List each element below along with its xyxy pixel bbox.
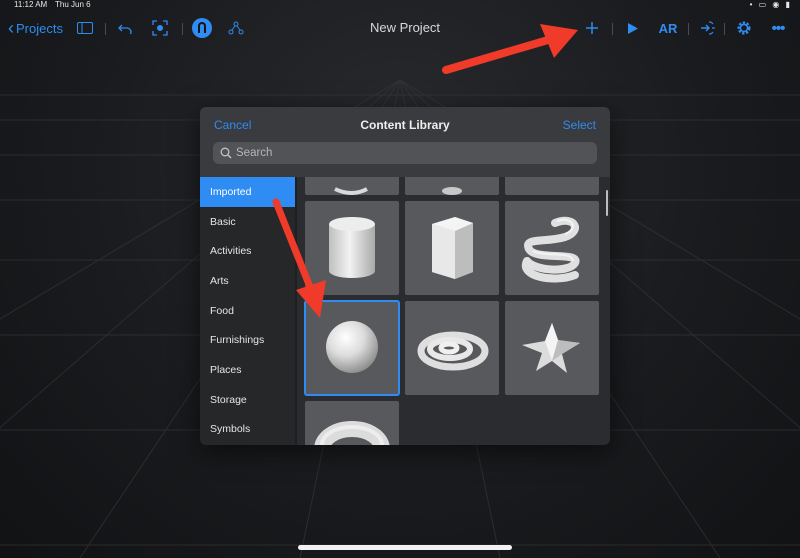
content-tile-partial[interactable]: [505, 177, 599, 195]
home-indicator[interactable]: [298, 545, 512, 550]
add-icon[interactable]: [583, 10, 601, 46]
sidebar-toggle-icon[interactable]: [76, 10, 94, 46]
toolbar-divider: [105, 23, 106, 35]
category-sidebar: Imported Basic Activities Arts Food Furn…: [200, 177, 295, 445]
content-scrollbar[interactable]: [606, 190, 608, 216]
hierarchy-icon[interactable]: [227, 10, 245, 46]
status-date: Thu Jun 6: [55, 0, 91, 9]
content-tile-partial[interactable]: [305, 177, 399, 195]
content-tile-helix[interactable]: [505, 201, 599, 295]
category-furnishings[interactable]: Furnishings: [200, 326, 295, 356]
helix-icon: [521, 216, 580, 283]
category-basic[interactable]: Basic: [200, 207, 295, 237]
spiral-icon: [417, 331, 489, 371]
category-places[interactable]: Places: [200, 355, 295, 385]
play-icon[interactable]: [624, 10, 642, 46]
ar-button[interactable]: AR: [655, 10, 681, 46]
search-input[interactable]: [236, 147, 576, 159]
content-tile-cylinder[interactable]: [305, 201, 399, 295]
toolbar-divider: [724, 23, 725, 35]
project-title: New Project: [369, 20, 441, 35]
undo-icon[interactable]: [116, 10, 134, 46]
content-tile-hexagonal-prism[interactable]: [405, 201, 499, 295]
torus-icon: [314, 421, 390, 445]
select-button[interactable]: Select: [563, 118, 596, 132]
category-activities[interactable]: Activities: [200, 236, 295, 266]
content-tile-torus[interactable]: [305, 401, 399, 445]
content-library-popover: Cancel Content Library Select Imported B…: [200, 107, 610, 445]
content-grid: [297, 177, 610, 445]
settings-icon[interactable]: [734, 10, 754, 46]
chevron-left-icon: ‹: [8, 18, 14, 38]
content-library-title: Content Library: [360, 118, 450, 132]
content-tile-partial[interactable]: [405, 177, 499, 195]
status-time: 11:12 AM: [14, 0, 48, 9]
content-library-header: Cancel Content Library Select: [200, 107, 610, 177]
anchor-icon[interactable]: [150, 10, 170, 46]
project-toolbar: ‹ Projects New Project AR •••: [0, 10, 800, 46]
back-label: Projects: [16, 20, 63, 36]
search-icon: [220, 147, 232, 159]
status-indicators: • ▭ ◉ ▮: [749, 0, 792, 9]
gesture-icon[interactable]: [191, 10, 213, 46]
search-field[interactable]: [213, 142, 597, 164]
category-storage[interactable]: Storage: [200, 385, 295, 415]
back-to-projects-button[interactable]: ‹ Projects: [8, 10, 63, 46]
status-bar: 11:12 AM Thu Jun 6 • ▭ ◉ ▮: [0, 0, 800, 10]
prism-icon: [432, 217, 473, 279]
category-symbols[interactable]: Symbols: [200, 415, 295, 445]
sphere-icon: [326, 321, 378, 373]
content-tile-sphere[interactable]: [304, 300, 400, 396]
toolbar-divider: [688, 23, 689, 35]
more-icon[interactable]: •••: [767, 10, 789, 46]
content-tile-spiral[interactable]: [405, 301, 499, 395]
star-icon: [522, 323, 580, 373]
content-tile-star[interactable]: [505, 301, 599, 395]
category-arts[interactable]: Arts: [200, 266, 295, 296]
toolbar-divider: [182, 23, 183, 35]
toolbar-divider: [612, 23, 613, 35]
category-imported[interactable]: Imported: [200, 177, 295, 207]
behaviors-icon[interactable]: [698, 10, 718, 46]
category-food[interactable]: Food: [200, 296, 295, 326]
cylinder-icon: [329, 217, 375, 278]
